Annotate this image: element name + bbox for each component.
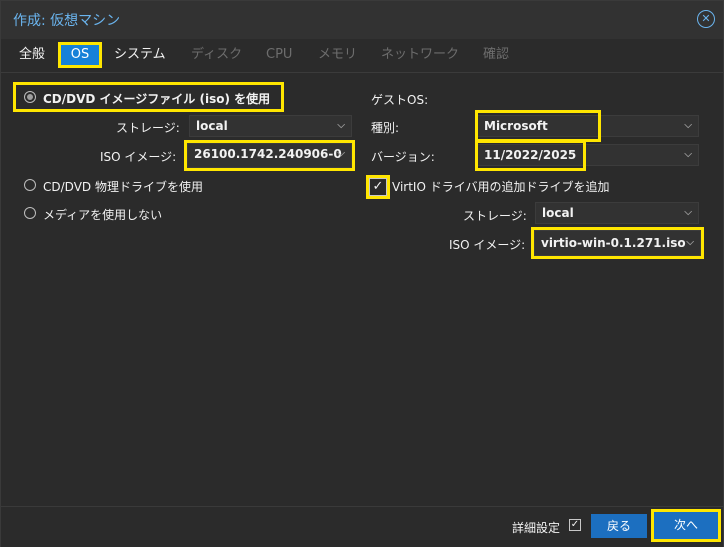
tab-system[interactable]: システム bbox=[114, 45, 166, 65]
version-label: バージョン: bbox=[371, 150, 435, 164]
chevron-down-icon: ⌵ bbox=[337, 120, 345, 131]
type-value: Microsoft Windows bbox=[475, 110, 601, 159]
left-storage-label: ストレージ: bbox=[116, 121, 180, 135]
guest-os-label: ゲストOS: bbox=[371, 93, 429, 107]
option-iso-label: CD/DVD イメージファイル (iso) を使用 bbox=[43, 92, 271, 106]
radio-none[interactable] bbox=[24, 207, 36, 219]
advanced-label: 詳細設定 bbox=[512, 521, 561, 535]
footer: 詳細設定 ✓ 戻る 次へ bbox=[1, 506, 723, 547]
left-storage-value: local bbox=[196, 119, 228, 133]
advanced-checkbox[interactable]: ✓ bbox=[569, 519, 581, 531]
dialog-title: 作成: 仮想マシン bbox=[13, 13, 121, 29]
option-none-label: メディアを使用しない bbox=[43, 208, 163, 222]
left-iso-label: ISO イメージ: bbox=[100, 150, 177, 164]
right-storage-select[interactable]: local ⌵ bbox=[535, 202, 699, 224]
iso-option-row[interactable]: CD/DVD イメージファイル (iso) を使用 bbox=[13, 82, 284, 112]
right-iso-label: ISO イメージ: bbox=[449, 238, 526, 252]
right-storage-value: local bbox=[542, 206, 574, 220]
chevron-down-icon: ⌵ bbox=[684, 207, 692, 218]
radio-physical[interactable] bbox=[24, 179, 36, 191]
titlebar: 作成: 仮想マシン ✕ bbox=[1, 1, 723, 39]
create-vm-dialog: 作成: 仮想マシン ✕ 全般 OS システム ディスク CPU メモリ ネットワ… bbox=[0, 0, 724, 547]
tab-confirm[interactable]: 確認 bbox=[483, 45, 509, 65]
tab-general[interactable]: 全般 bbox=[19, 45, 45, 65]
version-value: 11/2022/2025 bbox=[475, 140, 586, 171]
tab-os[interactable]: OS bbox=[58, 42, 102, 68]
left-iso-select[interactable]: 26100.1742.240906-0 ⌵ bbox=[184, 140, 355, 171]
close-icon[interactable]: ✕ bbox=[697, 10, 715, 28]
right-storage-label: ストレージ: bbox=[463, 209, 527, 223]
radio-iso[interactable] bbox=[24, 91, 36, 103]
tab-cpu[interactable]: CPU bbox=[266, 45, 292, 65]
right-iso-select[interactable]: virtio-win-0.1.271.iso ⌵ bbox=[531, 227, 704, 259]
chevron-down-icon: ⌵ bbox=[686, 237, 694, 248]
type-label: 種別: bbox=[371, 121, 400, 135]
tab-network[interactable]: ネットワーク bbox=[381, 45, 459, 65]
tab-memory[interactable]: メモリ bbox=[318, 45, 357, 65]
type-select[interactable]: Microsoft Windows ⌵ bbox=[475, 110, 699, 159]
option-physical-label: CD/DVD 物理ドライブを使用 bbox=[43, 180, 203, 194]
virtio-label: VirtIO ドライバ用の追加ドライブを追加 bbox=[392, 180, 610, 194]
left-storage-select[interactable]: local ⌵ bbox=[189, 115, 352, 137]
chevron-down-icon: ⌵ bbox=[337, 148, 345, 159]
left-iso-value: 26100.1742.240906-0 bbox=[194, 147, 342, 161]
chevron-down-icon: ⌵ bbox=[684, 149, 692, 160]
right-iso-value: virtio-win-0.1.271.iso bbox=[541, 236, 686, 250]
back-button[interactable]: 戻る bbox=[591, 514, 647, 538]
tab-bar: 全般 OS システム ディスク CPU メモリ ネットワーク 確認 bbox=[1, 39, 723, 73]
chevron-down-icon: ⌵ bbox=[684, 120, 692, 131]
tab-disk[interactable]: ディスク bbox=[191, 45, 242, 65]
virtio-checkbox[interactable]: ✓ bbox=[366, 175, 390, 199]
version-select[interactable]: 11/2022/2025 ⌵ bbox=[475, 140, 699, 171]
next-button[interactable]: 次へ bbox=[651, 509, 721, 542]
